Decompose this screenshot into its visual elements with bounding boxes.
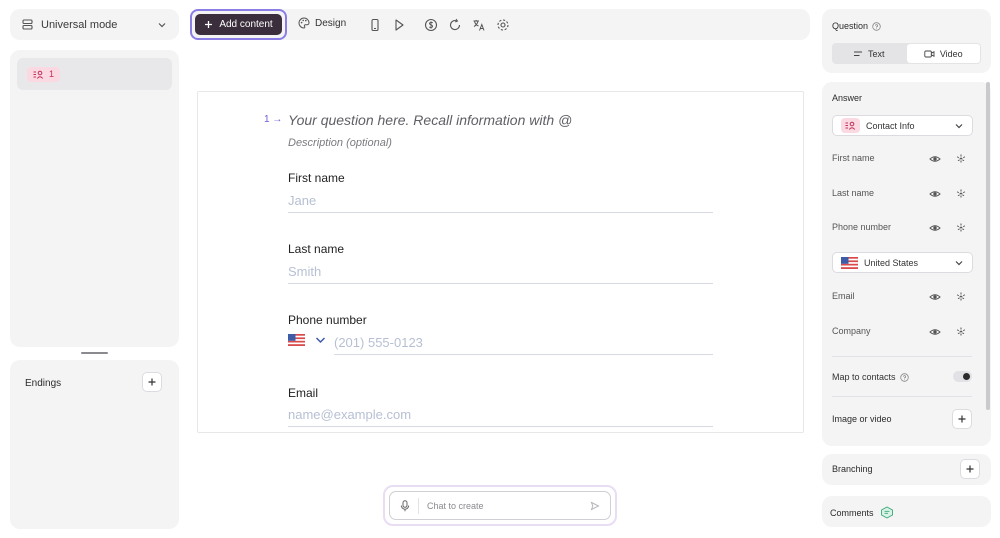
question-number: 1 xyxy=(49,69,55,79)
phone-number-label: Phone number xyxy=(288,313,367,327)
question-list-panel: 1 xyxy=(10,50,179,347)
asterisk-icon[interactable] xyxy=(955,326,967,338)
chat-placeholder: Chat to create xyxy=(427,500,484,511)
us-flag-icon xyxy=(288,334,305,346)
plus-icon xyxy=(204,20,213,29)
add-content-button[interactable]: Add content xyxy=(190,9,287,40)
asterisk-icon[interactable] xyxy=(955,222,967,234)
chat-to-create-box: Chat to create xyxy=(383,485,617,526)
asterisk-icon[interactable] xyxy=(955,188,967,200)
layout-icon xyxy=(22,19,33,30)
video-icon xyxy=(924,50,935,58)
contact-icon xyxy=(33,70,44,79)
video-format-tab[interactable]: Video xyxy=(905,43,981,64)
chevron-down-icon xyxy=(954,121,964,131)
plus-icon xyxy=(147,377,157,387)
branching-title: Branching xyxy=(832,464,873,474)
question-number-indicator: 1 → xyxy=(264,114,283,125)
send-icon[interactable] xyxy=(590,500,600,511)
comments-title: Comments xyxy=(830,506,894,519)
question-settings-panel: Question Text Video xyxy=(822,9,991,73)
design-button[interactable]: Design xyxy=(298,17,346,29)
answer-type-select[interactable]: Contact Info xyxy=(832,115,973,136)
plus-icon xyxy=(957,414,967,424)
eye-icon[interactable] xyxy=(929,326,941,338)
design-label: Design xyxy=(315,17,347,29)
email-input[interactable]: name@example.com xyxy=(288,407,713,427)
phone-number-input[interactable]: (201) 555-0123 xyxy=(334,335,713,355)
loop-icon[interactable] xyxy=(447,17,463,33)
eye-icon[interactable] xyxy=(929,291,941,303)
answer-section-title: Answer xyxy=(832,93,863,103)
map-to-contacts-toggle[interactable] xyxy=(953,371,972,382)
panel-resize-handle[interactable] xyxy=(81,352,108,354)
microphone-icon[interactable] xyxy=(400,499,410,512)
add-content-label: Add content xyxy=(219,19,273,30)
mode-selector[interactable]: Universal mode xyxy=(10,9,179,40)
mode-label: Universal mode xyxy=(41,18,118,31)
country-select[interactable]: United States xyxy=(832,252,973,273)
country-code-selector[interactable] xyxy=(288,334,326,346)
add-image-or-video-button[interactable] xyxy=(952,409,972,429)
divider xyxy=(832,396,972,397)
country-label: United States xyxy=(864,257,919,268)
first-name-row: First name xyxy=(832,153,972,167)
answer-type-label: Contact Info xyxy=(866,120,915,131)
question-title[interactable]: Your question here. Recall information w… xyxy=(288,112,572,128)
chevron-down-icon xyxy=(157,20,167,30)
add-ending-button[interactable] xyxy=(142,372,162,392)
contact-icon xyxy=(841,118,860,133)
question-format-toggle: Text Video xyxy=(832,43,981,64)
palette-icon xyxy=(298,17,310,29)
email-row: Email xyxy=(832,291,972,305)
editor-toolbar: Add content Design xyxy=(190,9,810,40)
arrow-right-icon: → xyxy=(269,114,283,125)
settings-scrollbar[interactable] xyxy=(986,82,990,410)
help-icon[interactable] xyxy=(899,372,909,382)
chevron-down-icon xyxy=(954,258,964,268)
help-icon[interactable] xyxy=(872,21,881,31)
last-name-row: Last name xyxy=(832,188,972,202)
question-type-badge: 1 xyxy=(27,66,61,82)
question-description[interactable]: Description (optional) xyxy=(288,137,392,149)
eye-icon[interactable] xyxy=(929,153,941,165)
dollar-icon[interactable] xyxy=(423,17,439,33)
text-format-tab[interactable]: Text xyxy=(832,43,906,64)
first-name-input[interactable]: Jane xyxy=(288,193,713,213)
text-lines-icon xyxy=(853,50,863,58)
last-name-input[interactable]: Smith xyxy=(288,264,713,284)
endings-panel: Endings xyxy=(10,360,179,529)
question-section-title: Question xyxy=(832,21,881,31)
gear-icon[interactable] xyxy=(495,17,511,33)
company-row: Company xyxy=(832,326,972,340)
image-or-video-title: Image or video xyxy=(832,414,892,424)
email-label: Email xyxy=(288,386,319,400)
comment-icon xyxy=(880,506,894,519)
chat-input[interactable]: Chat to create xyxy=(389,491,611,520)
endings-title: Endings xyxy=(25,378,62,389)
chevron-down-icon xyxy=(315,336,326,344)
question-list-item[interactable]: 1 xyxy=(17,58,172,90)
divider xyxy=(832,356,972,357)
phone-number-row: Phone number xyxy=(832,222,972,236)
asterisk-icon[interactable] xyxy=(955,291,967,303)
asterisk-icon[interactable] xyxy=(955,153,967,165)
play-icon[interactable] xyxy=(391,17,407,33)
comments-panel[interactable]: Comments xyxy=(822,496,991,527)
answer-settings-panel: Answer Contact Info First name Last name… xyxy=(822,82,991,446)
chat-divider xyxy=(418,497,419,514)
last-name-label: Last name xyxy=(288,242,345,256)
eye-icon[interactable] xyxy=(929,188,941,200)
map-to-contacts-row: Map to contacts xyxy=(832,372,973,382)
branching-panel: Branching xyxy=(822,454,991,485)
eye-icon[interactable] xyxy=(929,222,941,234)
add-branching-button[interactable] xyxy=(960,459,980,479)
translate-icon[interactable] xyxy=(471,17,487,33)
phone-icon[interactable] xyxy=(367,17,383,33)
first-name-label: First name xyxy=(288,171,345,185)
plus-icon xyxy=(965,464,975,474)
us-flag-icon xyxy=(841,256,858,269)
